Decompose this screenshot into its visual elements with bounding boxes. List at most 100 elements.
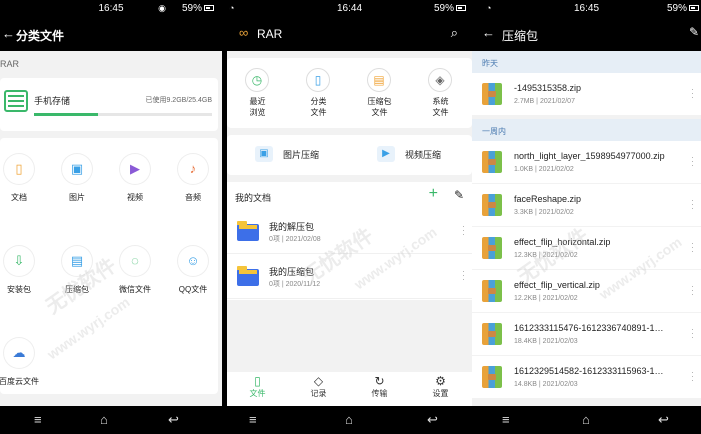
home-icon[interactable]: ⌂ (100, 412, 108, 427)
video-compress-icon: ▶ (377, 146, 395, 162)
storage-progress-bar (34, 113, 212, 116)
category-label: 图片 (69, 193, 85, 202)
back-arrow-icon[interactable]: ← (2, 26, 15, 41)
category-label: 微信文件 (119, 285, 151, 294)
home-icon[interactable]: ⌂ (345, 412, 353, 427)
category-zip[interactable]: ▤ 压缩包 (58, 230, 112, 316)
quick-file[interactable]: ▯ 分类 文件 (288, 58, 349, 128)
file-name: 1612333115476-1612336740891-1… (514, 323, 664, 333)
signal-icon: ◉ (158, 3, 166, 13)
battery-icon (204, 5, 214, 12)
category-files-screen: 16:45 59% ◉ ← 分类文件 RAR 手机存储 已使用9.2GB/25.… (0, 0, 222, 434)
back-icon[interactable]: ↩ (168, 412, 179, 428)
edit-icon[interactable]: ✎ (454, 188, 464, 202)
search-icon[interactable]: ⌕ (451, 25, 458, 41)
zip-file-row[interactable]: faceReshape.zip 3.3KB | 2021/02/02 · · · (472, 184, 701, 226)
menu-icon[interactable]: ≡ (502, 412, 510, 427)
tool-video-compress[interactable]: ▶ 视频压缩 (377, 145, 472, 167)
tool-label: 图片压缩 (283, 150, 320, 160)
more-icon[interactable]: · · · (691, 196, 695, 213)
category-video[interactable]: ▶ 视频 (116, 138, 170, 224)
quick-label: 分类 文件 (310, 97, 327, 117)
category-label: QQ文件 (178, 285, 208, 294)
zip-file-icon (482, 366, 502, 388)
menu-icon[interactable]: ≡ (34, 412, 42, 427)
folder-icon (237, 221, 259, 241)
more-icon[interactable]: · · · (691, 239, 695, 256)
tab-record[interactable]: ◇ 记录 (288, 374, 349, 399)
zip-file-row[interactable]: 1612329514582-1612333115963-1… 14.8KB | 2… (472, 356, 701, 398)
more-icon[interactable]: · · · (462, 222, 466, 239)
category-audio[interactable]: ♪ 音频 (174, 138, 222, 224)
more-icon[interactable]: · · · (691, 368, 695, 385)
page-title: 分类文件 (16, 29, 65, 43)
zip-file-row[interactable]: effect_flip_vertical.zip 12.2KB | 2021/02… (472, 270, 701, 312)
file-icon: ▯ (306, 68, 330, 92)
category-qq[interactable]: ☺ QQ文件 (174, 230, 222, 316)
zip-file-icon (482, 194, 502, 216)
tab-transfer[interactable]: ↻ 传输 (349, 374, 410, 399)
tool-image-compress[interactable]: ▣ 图片压缩 (255, 145, 355, 167)
storage-name: 手机存储 (34, 96, 71, 106)
zip-file-row[interactable]: effect_flip_horizontal.zip 12.3KB | 2021/… (472, 227, 701, 269)
zip-file-icon (482, 323, 502, 345)
document-icon: ▯ (4, 154, 34, 184)
add-icon[interactable]: + (429, 185, 438, 203)
category-image[interactable]: ▣ 图片 (58, 138, 112, 224)
category-apk[interactable]: ⇩ 安装包 (0, 230, 54, 316)
quick-layers[interactable]: ◈ 系统 文件 (410, 58, 471, 128)
system-nav-bar: ≡ ⌂ ↩ (227, 406, 472, 434)
folder-row[interactable]: 我的压缩包 0项 | 2020/11/12 · · · (227, 255, 472, 299)
file-name: 1612329514582-1612333115963-1… (514, 366, 664, 376)
more-icon[interactable]: · · · (691, 282, 695, 299)
tool-label: 视频压缩 (405, 150, 442, 160)
app-bar: ← 压缩包 ✎ (472, 17, 701, 51)
category-label: 文档 (11, 193, 27, 202)
more-icon[interactable]: · · · (462, 267, 466, 284)
more-icon[interactable]: · · · (691, 325, 695, 342)
more-icon[interactable]: · · · (691, 153, 695, 170)
tab-label: 记录 (310, 389, 327, 398)
category-label: 安装包 (7, 285, 31, 294)
tab-settings[interactable]: ⚙ 设置 (410, 374, 471, 399)
file-meta: 3.3KB | 2021/02/02 (514, 209, 574, 216)
quick-label: 压缩包 文件 (367, 97, 392, 117)
zip-file-row[interactable]: north_light_layer_1598954977000.zip 1.0KB… (472, 141, 701, 183)
tab-file[interactable]: ▯ 文件 (227, 374, 288, 399)
my-docs-header: 我的文档 + ✎ (227, 182, 472, 210)
layers-icon: ◈ (428, 68, 452, 92)
phone-storage-card[interactable]: 手机存储 已使用9.2GB/25.4GB (0, 78, 218, 131)
folder-row[interactable]: 我的解压包 0项 | 2021/02/08 · · · (227, 210, 472, 254)
zip-file-row[interactable]: -1495315358.zip 2.7MB | 2021/02/07 · · · (472, 73, 701, 115)
category-label: 百度云文件 (0, 377, 39, 386)
category-wechat[interactable]: ◌ 微信文件 (116, 230, 170, 316)
folder-name: 我的压缩包 (269, 267, 315, 277)
category-document[interactable]: ▯ 文档 (0, 138, 54, 224)
file-meta: 14.8KB | 2021/02/03 (514, 381, 578, 388)
quick-access-row: ◷ 最近 浏览 ▯ 分类 文件 ▤ 压缩包 文件 ◈ 系统 文件 (227, 58, 472, 128)
quick-label: 系统 文件 (432, 97, 449, 117)
category-grid: ▯ 文档 ▣ 图片 ▶ 视频 ♪ 音频 ⇩ 安装包 ▤ 压缩包 ◌ 微信文件 ☺ QQ文件 ☁ 百度云文件 (0, 138, 218, 394)
video-icon: ▶ (120, 154, 150, 184)
zip-icon: ▤ (62, 246, 92, 276)
section-header: 一周内 (472, 119, 701, 141)
quick-clock[interactable]: ◷ 最近 浏览 (227, 58, 288, 128)
home-icon[interactable]: ⌂ (582, 412, 590, 427)
quick-zip[interactable]: ▤ 压缩包 文件 (349, 58, 410, 128)
file-name: faceReshape.zip (514, 194, 582, 204)
edit-icon[interactable]: ✎ (689, 25, 699, 39)
battery-indicator: 59% (667, 3, 699, 14)
zip-file-icon (482, 237, 502, 259)
back-icon[interactable]: ↩ (427, 412, 438, 428)
more-icon[interactable]: · · · (691, 85, 695, 102)
zip-file-row[interactable]: 1612333115476-1612336740891-1… 18.4KB | 2… (472, 313, 701, 355)
menu-icon[interactable]: ≡ (249, 412, 257, 427)
battery-indicator: 59% (182, 3, 214, 14)
category-baidu-cloud[interactable]: ☁ 百度云文件 (0, 322, 54, 408)
back-icon[interactable]: ↩ (658, 412, 669, 428)
file-name: effect_flip_vertical.zip (514, 280, 600, 290)
file-meta: 12.3KB | 2021/02/02 (514, 252, 578, 259)
file-meta: 12.2KB | 2021/02/02 (514, 295, 578, 302)
system-nav-bar: ≡ ⌂ ↩ (0, 406, 222, 434)
back-arrow-icon[interactable]: ← (482, 25, 495, 40)
